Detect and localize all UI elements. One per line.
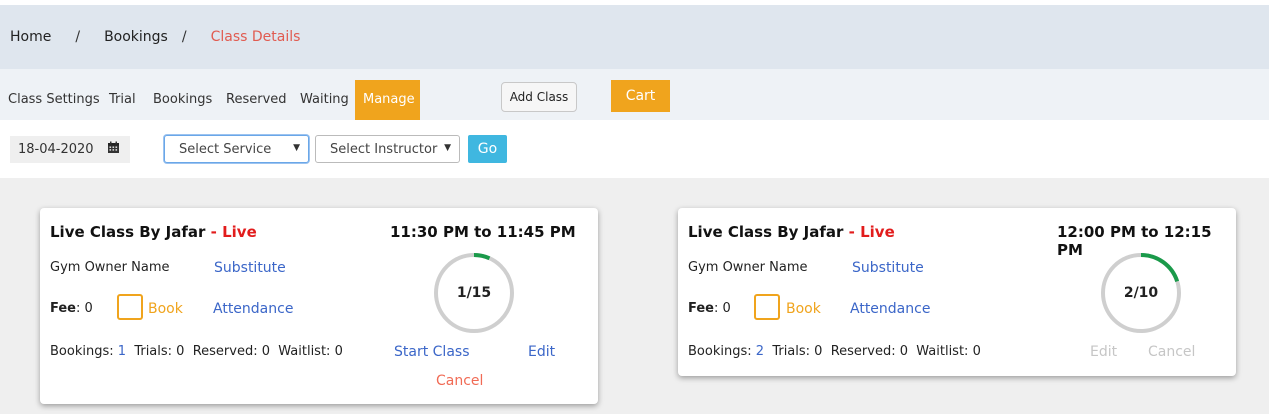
fee-label: Fee	[50, 301, 76, 316]
breadcrumb-bookings[interactable]: Bookings	[104, 29, 168, 45]
tab-reserved[interactable]: Reserved	[226, 80, 287, 120]
bookings-label: Bookings:	[50, 344, 114, 359]
cancel-button[interactable]: Cancel	[436, 373, 483, 389]
chevron-down-icon: ▼	[293, 143, 300, 153]
class-title-text: Live Class By Jafar	[50, 223, 206, 241]
class-title: Live Class By Jafar - Live	[688, 223, 895, 241]
breadcrumb: Home / Bookings / Class Details	[0, 5, 1269, 69]
owner-name: Gym Owner Name	[688, 260, 808, 275]
capacity-text: 2/10	[1123, 285, 1159, 301]
instructor-select-value: Select Instructor	[330, 141, 438, 157]
breadcrumb-current: Class Details	[210, 29, 301, 45]
service-select[interactable]: Select Service ▼	[164, 135, 309, 163]
fee-label: Fee	[688, 301, 714, 316]
tabs-bar: Class Settings Trial Bookings Reserved W…	[0, 69, 1269, 120]
bookings-label: Bookings:	[688, 344, 752, 359]
capacity-ring: 2/10	[1100, 252, 1182, 334]
edit-button[interactable]: Edit	[528, 344, 555, 360]
book-checkbox[interactable]	[754, 294, 780, 320]
class-card: Live Class By Jafar - Live 12:00 PM to 1…	[678, 208, 1236, 376]
breadcrumb-separator: /	[181, 29, 187, 45]
filter-bar: 18-04-2020 Select Service ▼ Select Instr…	[0, 120, 1269, 178]
trials-count: Trials: 0	[134, 344, 185, 359]
edit-button[interactable]: Edit	[1090, 344, 1117, 360]
breadcrumb-home[interactable]: Home	[10, 29, 51, 45]
date-value: 18-04-2020	[18, 142, 94, 157]
fee-value: : 0	[714, 301, 731, 316]
add-class-button[interactable]: Add Class	[501, 82, 577, 112]
attendance-link[interactable]: Attendance	[213, 301, 293, 317]
date-field[interactable]: 18-04-2020	[10, 136, 130, 163]
book-label[interactable]: Book	[786, 301, 821, 317]
fee-value: : 0	[76, 301, 93, 316]
tab-manage[interactable]: Manage	[355, 80, 420, 120]
reserved-count: Reserved: 0	[830, 344, 908, 359]
cart-button[interactable]: Cart	[611, 80, 670, 112]
live-tag: - Live	[210, 223, 257, 241]
tab-bookings[interactable]: Bookings	[153, 80, 212, 120]
class-stats: Bookings: 2 Trials: 0 Reserved: 0 Waitli…	[688, 344, 981, 359]
calendar-icon[interactable]	[107, 141, 120, 158]
live-tag: - Live	[848, 223, 895, 241]
attendance-link[interactable]: Attendance	[850, 301, 930, 317]
book-label[interactable]: Book	[148, 301, 183, 317]
tab-waiting[interactable]: Waiting	[300, 80, 349, 120]
tab-trial[interactable]: Trial	[109, 80, 136, 120]
waitlist-count: Waitlist: 0	[278, 344, 343, 359]
waitlist-count: Waitlist: 0	[916, 344, 981, 359]
bookings-count[interactable]: 1	[118, 344, 126, 359]
chevron-down-icon: ▼	[444, 143, 451, 153]
substitute-link[interactable]: Substitute	[852, 260, 924, 276]
breadcrumb-separator: /	[75, 29, 81, 45]
class-stats: Bookings: 1 Trials: 0 Reserved: 0 Waitli…	[50, 344, 343, 359]
fee: Fee: 0	[50, 301, 93, 316]
class-time: 11:30 PM to 11:45 PM	[390, 223, 576, 241]
capacity-text: 1/15	[456, 285, 492, 301]
trials-count: Trials: 0	[772, 344, 823, 359]
substitute-link[interactable]: Substitute	[214, 260, 286, 276]
tab-class-settings[interactable]: Class Settings	[8, 80, 100, 120]
cancel-button[interactable]: Cancel	[1148, 344, 1195, 360]
book-checkbox[interactable]	[117, 294, 143, 320]
start-class-button[interactable]: Start Class	[394, 344, 469, 360]
class-title: Live Class By Jafar - Live	[50, 223, 257, 241]
instructor-select[interactable]: Select Instructor ▼	[315, 135, 460, 163]
service-select-value: Select Service	[179, 141, 272, 157]
class-title-text: Live Class By Jafar	[688, 223, 844, 241]
reserved-count: Reserved: 0	[192, 344, 270, 359]
go-button[interactable]: Go	[468, 135, 507, 163]
class-card: Live Class By Jafar - Live 11:30 PM to 1…	[40, 208, 598, 404]
capacity-ring: 1/15	[433, 252, 515, 334]
owner-name: Gym Owner Name	[50, 260, 170, 275]
fee: Fee: 0	[688, 301, 731, 316]
bookings-count[interactable]: 2	[756, 344, 764, 359]
